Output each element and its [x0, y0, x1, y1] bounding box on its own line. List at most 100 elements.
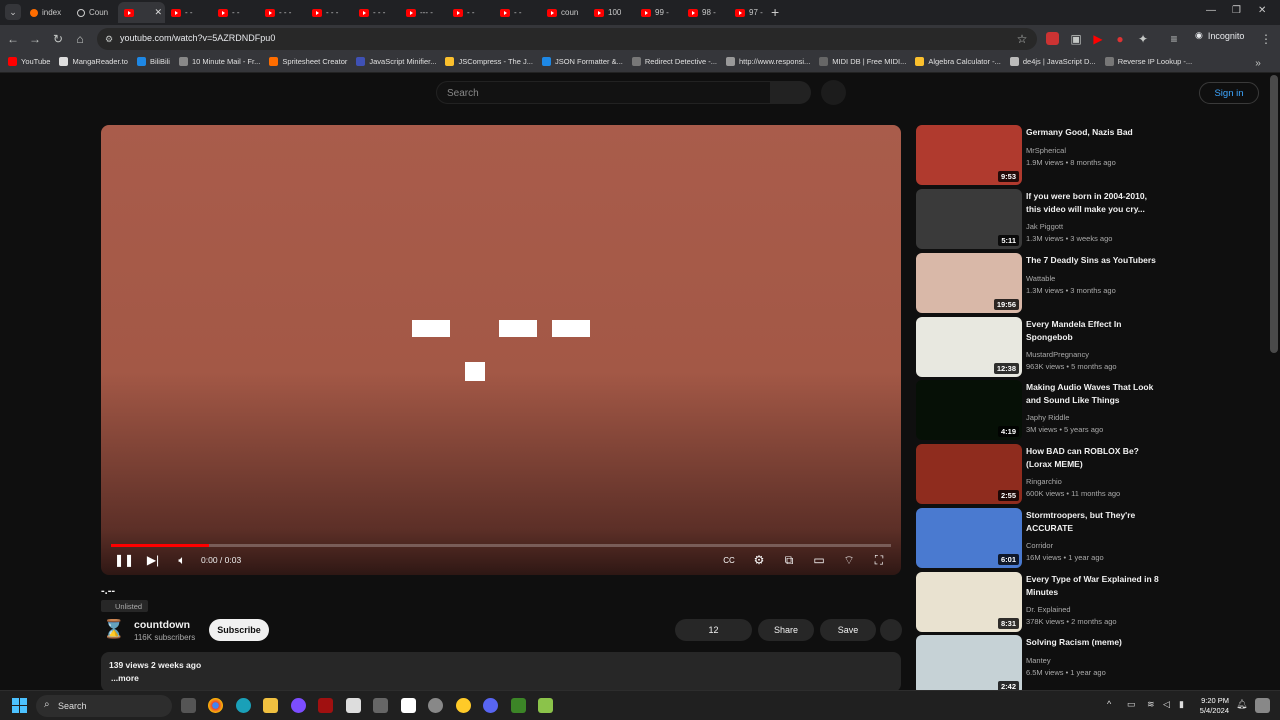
more-actions-button[interactable] [880, 619, 902, 641]
task-view-icon[interactable] [181, 698, 196, 713]
channel-name[interactable]: countdown [134, 619, 190, 631]
bookmark-item[interactable]: Algebra Calculator -... [915, 57, 1001, 66]
recommended-channel-name[interactable]: Wattable [1026, 274, 1055, 283]
youtube-search-button[interactable] [771, 81, 811, 104]
theater-mode-icon[interactable]: ▭ [809, 550, 829, 570]
mail-icon[interactable] [346, 698, 361, 713]
wifi-icon[interactable]: ≋ [1147, 699, 1155, 710]
subscribe-button[interactable]: Subscribe [209, 619, 269, 641]
more-bookmarks-icon[interactable]: » [1250, 55, 1266, 71]
extensions-puzzle-icon[interactable]: ✦ [1135, 31, 1151, 47]
next-icon[interactable]: ▶| [143, 550, 163, 570]
bookmark-item[interactable]: 10 Minute Mail - Fr... [178, 57, 260, 66]
minecraft-icon[interactable] [511, 698, 526, 713]
recommended-video-title[interactable]: How BAD can ROBLOX Be? (Lorax MEME) [1026, 445, 1161, 470]
menu-icon[interactable]: ⋮ [1258, 31, 1274, 47]
app-icon[interactable] [456, 698, 471, 713]
browser-tab[interactable]: - - [212, 2, 259, 23]
bookmark-star-icon[interactable]: ☆ [1014, 31, 1030, 47]
bookmark-item[interactable]: Spritesheet Creator [269, 57, 347, 66]
bookmark-item[interactable]: http://www.responsi... [726, 57, 810, 66]
system-clock[interactable]: 9:20 PM 5/4/2024 [1196, 696, 1229, 716]
browser-tab[interactable]: - - [494, 2, 541, 23]
video-thumbnail[interactable]: 4:19 [916, 380, 1022, 440]
bookmark-item[interactable]: BiliBili [136, 57, 170, 66]
recommended-channel-name[interactable]: Corridor [1026, 541, 1053, 550]
recommended-video-title[interactable]: Stormtroopers, but They're ACCURATE [1026, 509, 1161, 534]
video-thumbnail[interactable]: 9:53 [916, 125, 1022, 185]
url-text[interactable]: youtube.com/watch?v=5AZRDNDFpu0 [120, 33, 275, 43]
notification-bell-icon[interactable]: 🔔︎ [1236, 699, 1247, 710]
volume-icon[interactable]: 🔈︎ [172, 550, 192, 570]
browser-tab[interactable]: - - [165, 2, 212, 23]
bookmark-item[interactable]: Reverse IP Lookup -... [1104, 57, 1192, 66]
taskbar-search[interactable]: ⌕ Search [36, 695, 172, 717]
app-icon[interactable] [318, 698, 333, 713]
bookmark-item[interactable]: YouTube [8, 57, 50, 66]
fullscreen-icon[interactable]: ⛶ [869, 550, 889, 570]
bookmark-item[interactable]: JavaScript Minifier... [356, 57, 436, 66]
browser-tab[interactable]: 100 [588, 2, 635, 23]
incognito-indicator[interactable]: ◉ Incognito [1195, 30, 1244, 41]
bookmark-item[interactable]: MIDI DB | Free MIDI... [819, 57, 906, 66]
app-icon[interactable] [538, 698, 553, 713]
site-info-icon[interactable]: ⚙ [101, 31, 117, 47]
browser-tab[interactable]: - - [447, 2, 494, 23]
home-icon[interactable]: ⌂ [72, 31, 88, 47]
browser-tab[interactable]: 97 - [729, 2, 776, 23]
video-thumbnail[interactable]: 2:42 [916, 635, 1022, 695]
recommended-video[interactable]: 4:19 Making Audio Waves That Look and Sou… [916, 380, 1256, 440]
recommended-channel-name[interactable]: MustardPregnancy [1026, 350, 1089, 359]
cast-icon[interactable]: ⌔ [839, 550, 859, 570]
extension-icon[interactable]: ▣ [1068, 31, 1084, 47]
captions-icon[interactable]: CC [719, 550, 739, 570]
video-thumbnail[interactable]: 6:01 [916, 508, 1022, 568]
video-thumbnail[interactable]: 8:31 [916, 572, 1022, 632]
recommended-video[interactable]: 12:38 Every Mandela Effect In Spongebob Mu… [916, 317, 1256, 377]
voice-search-button[interactable] [821, 80, 846, 105]
app-icon[interactable] [428, 698, 443, 713]
browser-tab[interactable]: ✕ [118, 2, 165, 23]
bookmark-item[interactable]: MangaReader.to [59, 57, 128, 66]
minimize-icon[interactable]: — [1206, 5, 1216, 16]
recommended-channel-name[interactable]: Ringarchio [1026, 477, 1062, 486]
browser-tab[interactable]: - - - [353, 2, 400, 23]
downloads-icon[interactable]: ≡ [1166, 31, 1182, 47]
recommended-video[interactable]: 2:42 Solving Racism (meme) Mantey 6.5M view… [916, 635, 1256, 695]
miniplayer-icon[interactable]: ⧉ [779, 550, 799, 570]
recommended-video-title[interactable]: Making Audio Waves That Look and Sound L… [1026, 381, 1161, 406]
show-more-link[interactable]: ...more [111, 673, 139, 683]
browser-tab[interactable]: - - - [259, 2, 306, 23]
like-button[interactable]: 12 [675, 619, 752, 641]
recommended-channel-name[interactable]: MrSpherical [1026, 146, 1066, 155]
recommended-channel-name[interactable]: Jak Piggott [1026, 222, 1063, 231]
recommended-video-title[interactable]: If you were born in 2004-2010, this vide… [1026, 190, 1161, 215]
extension-icon[interactable] [1046, 32, 1059, 45]
chrome-icon[interactable] [208, 698, 223, 713]
browser-tab[interactable]: - - - [306, 2, 353, 23]
recommended-video[interactable]: 5:11 If you were born in 2004-2010, this … [916, 189, 1256, 249]
app-icon[interactable] [291, 698, 306, 713]
bookmark-item[interactable]: de4js | JavaScript D... [1009, 57, 1096, 66]
settings-gear-icon[interactable]: ⚙ [749, 550, 769, 570]
battery-icon[interactable]: ▭ [1127, 699, 1136, 710]
recommended-video-title[interactable]: Every Type of War Explained in 8 Minutes [1026, 573, 1161, 598]
video-thumbnail[interactable]: 5:11 [916, 189, 1022, 249]
tab-search-icon[interactable]: ⌄ [5, 4, 21, 20]
recommended-video[interactable]: 19:56 The 7 Deadly Sins as YouTubers Watta… [916, 253, 1256, 313]
bookmark-item[interactable]: JSCompress - The J... [445, 57, 533, 66]
recommended-video-title[interactable]: The 7 Deadly Sins as YouTubers [1026, 254, 1161, 267]
browser-tab[interactable]: 99 - [635, 2, 682, 23]
recommended-video-title[interactable]: Solving Racism (meme) [1026, 636, 1161, 649]
recommended-video[interactable]: 2:55 How BAD can ROBLOX Be? (Lorax MEME) R… [916, 444, 1256, 504]
close-window-icon[interactable]: ✕ [1258, 5, 1266, 16]
page-scrollbar[interactable] [1270, 75, 1278, 353]
address-bar[interactable]: ⚙ youtube.com/watch?v=5AZRDNDFpu0 ☆ [97, 28, 1037, 50]
browser-tab[interactable]: coun [541, 2, 588, 23]
battery-status-icon[interactable]: ▮ [1179, 699, 1184, 710]
extension-icon[interactable]: ● [1112, 31, 1128, 47]
app-icon[interactable] [401, 698, 416, 713]
recommended-channel-name[interactable]: Dr. Explained [1026, 605, 1071, 614]
video-thumbnail[interactable]: 12:38 [916, 317, 1022, 377]
new-tab-button[interactable]: + [771, 4, 779, 20]
